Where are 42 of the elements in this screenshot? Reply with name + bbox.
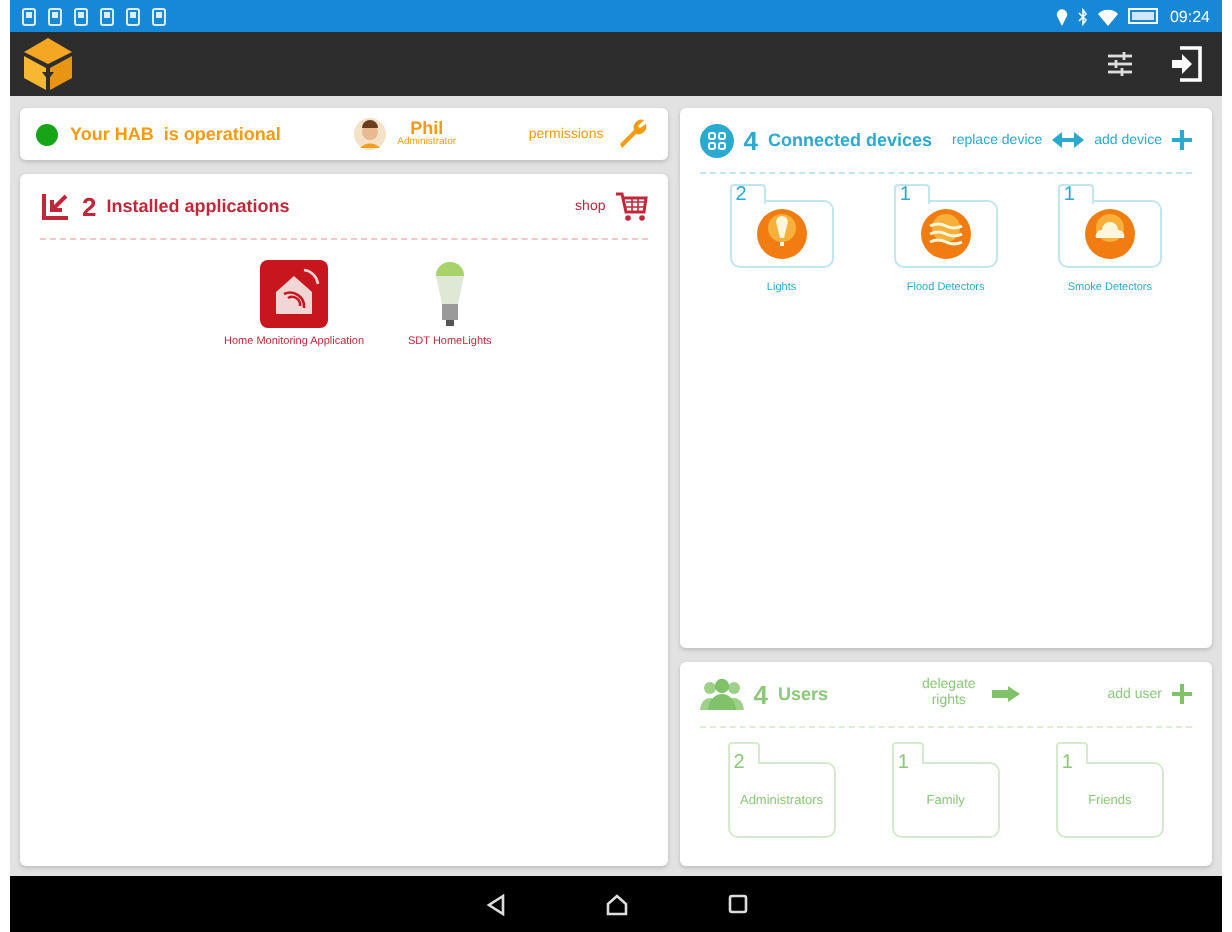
clock-time: 09:24 — [1169, 7, 1210, 25]
logout-icon[interactable] — [1170, 46, 1202, 82]
notification-icon — [126, 7, 140, 25]
double-arrow-icon[interactable] — [1052, 132, 1085, 148]
devices-count: 4 — [743, 125, 758, 155]
group-count: 1 — [895, 752, 909, 774]
applications-title: Installed applications — [106, 196, 290, 216]
device-count: 2 — [735, 184, 747, 206]
cloud-icon — [1083, 208, 1136, 260]
home-icon[interactable] — [605, 893, 627, 915]
avatar-icon — [353, 118, 386, 150]
light-bulb-icon — [755, 208, 808, 260]
device-count: 1 — [899, 184, 911, 206]
applications-count: 2 — [82, 191, 97, 221]
notification-icon — [48, 7, 62, 25]
house-app-icon — [260, 260, 328, 328]
light-bulb-icon — [431, 260, 468, 328]
devices-title: Connected devices — [767, 130, 932, 150]
location-icon — [1055, 7, 1068, 25]
plus-icon[interactable] — [1172, 130, 1192, 150]
battery-icon — [1127, 8, 1160, 24]
status-text: Your HAB is operational — [70, 124, 281, 144]
bluetooth-icon — [1077, 7, 1088, 25]
notification-icon — [152, 7, 166, 25]
user-name: Phil — [410, 120, 444, 138]
cart-icon[interactable] — [615, 191, 648, 221]
recent-apps-icon[interactable] — [727, 894, 747, 914]
group-count: 1 — [1059, 752, 1073, 774]
notification-icon — [22, 7, 36, 25]
people-icon — [699, 678, 744, 710]
devices-grid-icon — [699, 123, 734, 157]
group-count: 2 — [731, 752, 745, 774]
wifi-icon — [1097, 7, 1118, 25]
waves-icon — [919, 208, 972, 260]
notification-icon — [100, 7, 114, 25]
back-icon[interactable] — [485, 893, 505, 915]
notification-icon — [74, 7, 88, 25]
device-count: 1 — [1063, 184, 1075, 206]
install-arrow-icon — [40, 190, 72, 222]
users-title: Users — [777, 684, 828, 704]
users-count: 4 — [753, 679, 768, 709]
settings-sliders-icon[interactable] — [1106, 50, 1134, 78]
